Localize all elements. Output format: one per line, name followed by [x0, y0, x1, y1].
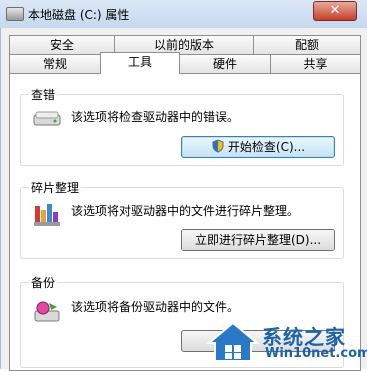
tab-general[interactable]: 常规 [9, 54, 101, 73]
defrag-group: 碎片整理 该选项将对驱动器中的文件进行碎片整理。 立即进行碎片整理(D)... [20, 179, 344, 259]
defrag-description: 该选项将对驱动器中的文件进行碎片整理。 [71, 204, 300, 218]
defrag-icon [34, 204, 60, 226]
tab-sharing[interactable]: 共享 [270, 54, 361, 73]
backup-description: 该选项将备份驱动器中的文件。 [71, 300, 240, 314]
backup-label: 备份 [29, 274, 58, 291]
drive-icon [6, 7, 24, 21]
hard-drive-icon [33, 111, 61, 126]
title-bar[interactable]: 本地磁盘 (C:) 属性 ✕ [0, 0, 367, 29]
close-button[interactable]: ✕ [313, 1, 357, 21]
error-check-label: 查错 [29, 86, 58, 103]
watermark-site: Win10net.com [265, 346, 367, 361]
backup-icon [34, 301, 60, 322]
check-now-label: 开始检查(C)... [227, 140, 306, 154]
error-check-group: 查错 该选项将检查驱动器中的错误。 开始检查(C)... [20, 86, 344, 166]
uac-shield-icon [212, 139, 224, 153]
window-title: 本地磁盘 (C:) 属性 [28, 8, 130, 22]
tab-quota[interactable]: 配额 [253, 35, 361, 54]
tab-tools[interactable]: 工具 [100, 52, 180, 74]
tab-hardware[interactable]: 硬件 [179, 54, 271, 73]
site-watermark: 系统之家 Win10net.com [205, 315, 367, 369]
defrag-now-button[interactable]: 立即进行碎片整理(D)... [181, 229, 335, 251]
check-now-button[interactable]: 开始检查(C)... [181, 136, 335, 158]
house-logo-icon [206, 321, 260, 362]
error-check-description: 该选项将检查驱动器中的错误。 [71, 110, 240, 124]
defrag-label: 碎片整理 [29, 179, 82, 196]
